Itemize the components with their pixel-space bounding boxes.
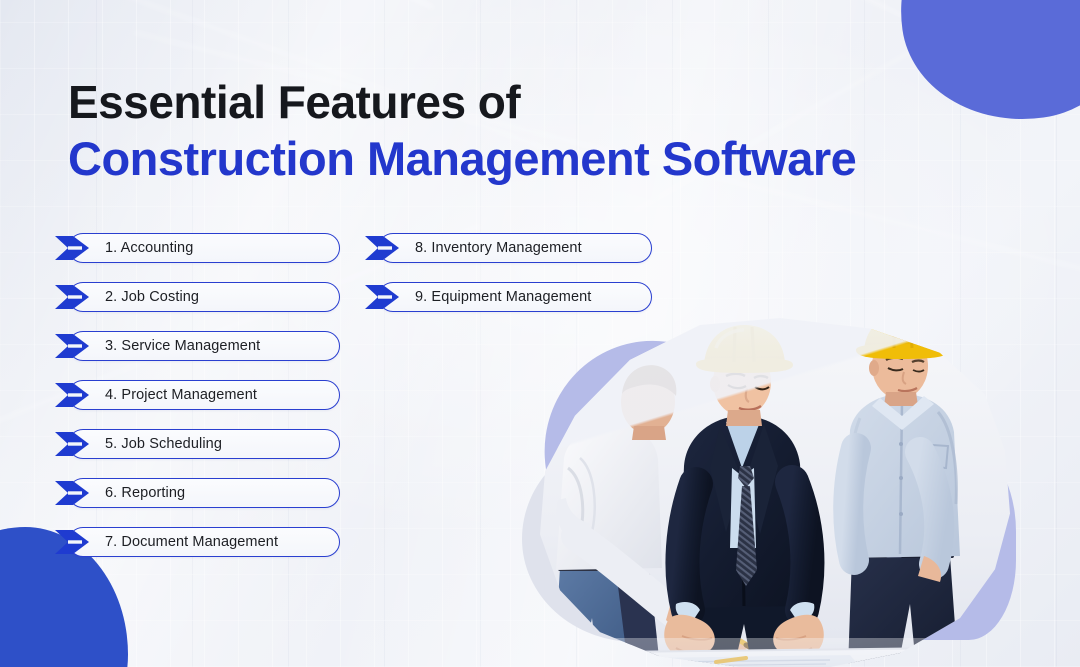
feature-item-6[interactable]: 6. Reporting [55,478,340,508]
feature-item-5[interactable]: 5. Job Scheduling [55,429,340,459]
feature-item-label: 5. Job Scheduling [105,436,222,452]
feature-item-label: 3. Service Management [105,338,261,354]
feature-item-7[interactable]: 7. Document Management [55,527,340,557]
feature-item-label: 8. Inventory Management [415,240,582,256]
feature-list-left: 1. Accounting 2. Job Costing 3. Service … [55,233,344,557]
feature-item-2[interactable]: 2. Job Costing [55,282,340,312]
feature-item-label: 9. Equipment Management [415,289,592,305]
page-title-line-1: Essential Features of [68,76,521,128]
feature-item-4[interactable]: 4. Project Management [55,380,340,410]
feature-item-label: 1. Accounting [105,240,194,256]
page-title-line-2: Construction Management Software [68,131,857,185]
feature-item-9[interactable]: 9. Equipment Management [365,282,652,312]
page-title: Essential Features of Construction Manag… [68,76,857,185]
feature-item-label: 7. Document Management [105,534,279,550]
hero-photo [520,318,1020,667]
feature-item-1[interactable]: 1. Accounting [55,233,340,263]
feature-item-label: 2. Job Costing [105,289,200,305]
feature-item-label: 6. Reporting [105,485,186,501]
feature-item-3[interactable]: 3. Service Management [55,331,340,361]
infographic-poster: Essential Features of Construction Manag… [0,0,1080,667]
feature-item-8[interactable]: 8. Inventory Management [365,233,652,263]
feature-item-label: 4. Project Management [105,387,258,403]
feature-list-right: 8. Inventory Management 9. Equipment Man… [365,233,656,312]
